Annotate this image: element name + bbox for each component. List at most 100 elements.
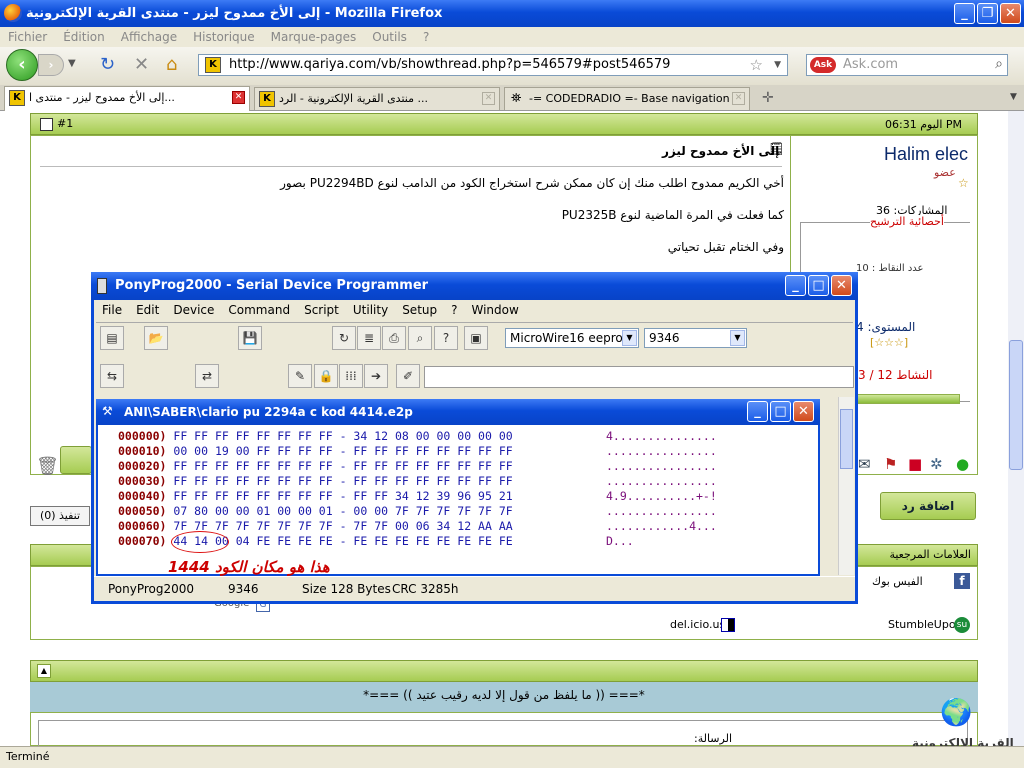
chevron-down-icon[interactable]: ▼	[730, 330, 745, 346]
site-logo-icon: 🌍	[940, 698, 973, 728]
device-family-select[interactable]: MicroWire16 eeprom ▼	[505, 328, 639, 348]
menu-help[interactable]: ?	[423, 30, 429, 44]
edit-note-icon[interactable]: ✐	[396, 364, 420, 388]
profile-icon[interactable]: ✉	[858, 455, 871, 473]
pony-menu-device[interactable]: Device	[173, 303, 214, 317]
pony-menu-help[interactable]: ?	[451, 303, 457, 317]
home-icon[interactable]: ⌂	[166, 54, 177, 75]
tab-close-icon[interactable]: ✕	[732, 92, 745, 105]
tab-3[interactable]: ⛯ -= CODEDRADIO =- Base navigation ✕	[504, 87, 750, 110]
pony-menu-utility[interactable]: Utility	[353, 303, 388, 317]
tab-close-icon[interactable]: ✕	[482, 92, 495, 105]
print-icon[interactable]: ⎙	[382, 326, 406, 350]
delicious-icon[interactable]	[721, 618, 735, 632]
tab-close-icon[interactable]: ✕	[232, 91, 245, 104]
pony-menu-script[interactable]: Script	[304, 303, 339, 317]
forward-icon[interactable]: ›	[38, 54, 64, 76]
bookmark-star-icon[interactable]: ☆	[750, 55, 763, 75]
settings-icon[interactable]: ✲	[930, 455, 943, 473]
hex-ascii: ................	[606, 459, 717, 473]
post-number[interactable]: #1	[57, 117, 73, 130]
write-device-icon[interactable]: ⇄	[195, 364, 219, 388]
tab-list-icon[interactable]: ▼	[1010, 92, 1017, 102]
new-file-icon[interactable]: ▤	[100, 326, 124, 350]
back-icon[interactable]: ‹	[6, 49, 38, 81]
execute-button[interactable]: (0) تنفيذ	[30, 506, 90, 526]
hex-scrollbar[interactable]	[838, 397, 854, 575]
edit-buffer-icon[interactable]: ≣	[357, 326, 381, 350]
bookmark-stumbleupon[interactable]: StumbleUpon	[888, 618, 963, 631]
scrollbar-thumb[interactable]	[1009, 340, 1023, 470]
erase-icon[interactable]: ✎	[288, 364, 312, 388]
ponyprog-maximize-icon[interactable]: □	[808, 275, 829, 296]
report-icon[interactable]: ⚑	[884, 455, 897, 473]
pony-menu-setup[interactable]: Setup	[402, 303, 437, 317]
ponyprog-menu-bar: File Edit Device Command Script Utility …	[94, 300, 855, 319]
ask-engine-icon[interactable]: Ask	[810, 57, 836, 73]
device-model-select[interactable]: 9346 ▼	[644, 328, 747, 348]
stumbleupon-icon[interactable]: su	[954, 617, 970, 633]
ponyprog-minimize-icon[interactable]: _	[785, 275, 806, 296]
save-file-icon[interactable]: 💾	[238, 326, 262, 350]
collapse-icon[interactable]: ▲	[37, 664, 51, 678]
reload-file-icon[interactable]: ↻	[332, 326, 356, 350]
toolbar-separator	[96, 322, 853, 323]
tab-1[interactable]: K إلى الأخ ممدوح ليزر - منتدى ا... ✕	[4, 86, 250, 111]
history-dropdown-icon[interactable]: ▼	[68, 58, 76, 69]
menu-edition[interactable]: Édition	[63, 30, 105, 44]
open-file-icon[interactable]: 📂	[144, 326, 168, 350]
hex-maximize-icon[interactable]: □	[770, 401, 791, 422]
bookmark-delicious[interactable]: del.icio.us	[670, 618, 725, 631]
hex-scroll-thumb[interactable]	[840, 409, 853, 469]
warning-icon[interactable]: ■	[908, 455, 922, 473]
new-tab-icon[interactable]: ✛	[762, 90, 774, 106]
ponyprog-app-icon	[97, 278, 107, 294]
activity-bar	[856, 394, 960, 404]
close-icon[interactable]: ✕	[1000, 3, 1021, 24]
username-link[interactable]: Halim elec	[884, 144, 968, 165]
firefox-logo-icon	[4, 4, 22, 22]
minimize-icon[interactable]: _	[954, 3, 975, 24]
config-bits-icon[interactable]: ⁞⁞⁞	[339, 364, 363, 388]
program-icon[interactable]: ➔	[364, 364, 388, 388]
help-icon[interactable]: ?	[434, 326, 458, 350]
bookmark-facebook[interactable]: الفيس بوك	[872, 575, 923, 588]
level-stars: [☆☆☆]	[870, 336, 909, 349]
device-chip-icon[interactable]: ▣	[464, 326, 488, 350]
menu-outils[interactable]: Outils	[372, 30, 407, 44]
reload-icon[interactable]: ↻	[100, 54, 115, 75]
hex-close-icon[interactable]: ✕	[793, 401, 814, 422]
chevron-down-icon[interactable]: ▼	[622, 330, 637, 346]
post-select-checkbox[interactable]	[40, 118, 53, 131]
stop-icon[interactable]: ✕	[134, 54, 149, 75]
find-icon[interactable]: ⌕	[408, 326, 432, 350]
menu-affichage[interactable]: Affichage	[121, 30, 177, 44]
url-dropdown-icon[interactable]: ▼	[774, 55, 781, 75]
hex-window-icon: ⚒	[102, 404, 113, 418]
tab-2[interactable]: K منتدى القرية الإلكترونية - الرد ... ✕	[254, 87, 500, 110]
menu-historique[interactable]: Historique	[193, 30, 255, 44]
pony-menu-window[interactable]: Window	[472, 303, 519, 317]
pony-menu-command[interactable]: Command	[228, 303, 290, 317]
menu-fichier[interactable]: Fichier	[8, 30, 47, 44]
quote-button[interactable]	[60, 446, 92, 474]
note-input[interactable]	[424, 366, 854, 388]
add-reply-button[interactable]: اضافة رد	[880, 492, 976, 520]
hex-minimize-icon[interactable]: _	[747, 401, 768, 422]
search-icon[interactable]: ⌕	[995, 54, 1003, 74]
ponyprog-close-icon[interactable]: ✕	[831, 275, 852, 296]
url-input[interactable]: K http://www.qariya.com/vb/showthread.ph…	[198, 54, 788, 76]
hex-ascii: 4.9..........+-!	[606, 489, 717, 503]
post-line-2: كما فعلت في المرة الماضية لنوع PU2325B	[561, 208, 784, 222]
restore-icon[interactable]: ❐	[977, 3, 998, 24]
read-device-icon[interactable]: ⇆	[100, 364, 124, 388]
facebook-icon[interactable]: f	[954, 573, 970, 589]
lock-icon[interactable]: 🔒	[314, 364, 338, 388]
post-title: إلى الأخ ممدوح ليزر	[662, 144, 780, 158]
trash-icon[interactable]: 🗑	[36, 456, 59, 477]
menu-marque-pages[interactable]: Marque-pages	[271, 30, 357, 44]
code-annotation: هذا هو مكان الكود 1444	[168, 558, 330, 576]
pony-menu-file[interactable]: File	[102, 303, 122, 317]
search-input[interactable]: Ask Ask.com ⌕	[806, 54, 1008, 76]
pony-menu-edit[interactable]: Edit	[136, 303, 159, 317]
